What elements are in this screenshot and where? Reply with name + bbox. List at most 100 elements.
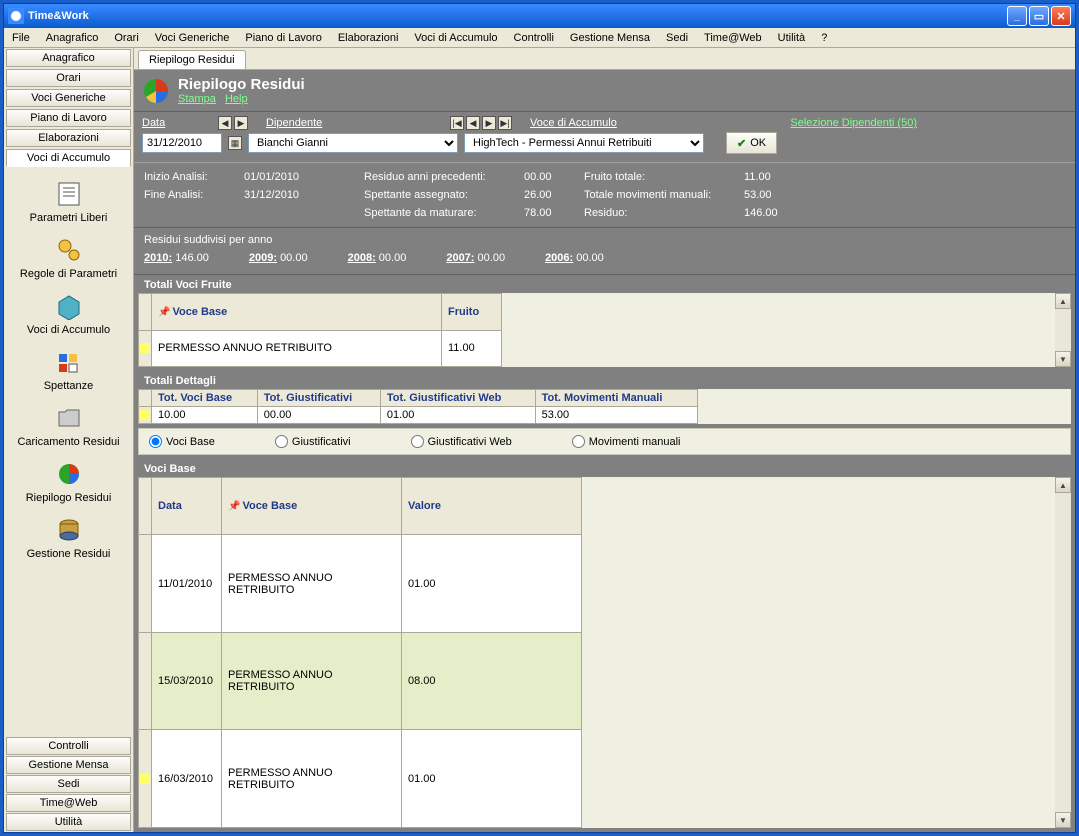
stampa-link[interactable]: Stampa	[178, 93, 216, 105]
fine-value: 31/12/2010	[244, 189, 364, 201]
data-next-button[interactable]: ▶	[234, 116, 248, 130]
vertical-scrollbar[interactable]: ▲ ▼	[1055, 293, 1071, 367]
sidebar-item-label: Regole di Parametri	[20, 268, 117, 280]
row-selector[interactable]	[139, 330, 152, 367]
menu-item[interactable]: File	[4, 30, 38, 46]
year-label: 2008:	[348, 252, 376, 264]
tab-riepilogo-residui[interactable]: Riepilogo Residui	[138, 50, 246, 69]
scroll-track[interactable]	[1055, 493, 1071, 812]
sidebar-item-regole-di-parametri[interactable]: Regole di Parametri	[6, 234, 131, 280]
menu-item[interactable]: Sedi	[658, 30, 696, 46]
years-header: Residui suddivisi per anno	[144, 234, 1065, 246]
voce-label: Voce di Accumulo	[530, 117, 617, 129]
sidebar-section-button[interactable]: Piano di Lavoro	[6, 109, 131, 127]
minimize-button[interactable]: _	[1007, 6, 1027, 26]
radio-giustificativi-web[interactable]: Giustificativi Web	[411, 435, 512, 448]
menu-item[interactable]: Elaborazioni	[330, 30, 407, 46]
radio-voci-base[interactable]: Voci Base	[149, 435, 215, 448]
sidebar-item-caricamento-residui[interactable]: Caricamento Residui	[6, 402, 131, 448]
cell-voce: PERMESSO ANNUO RETRIBUITO	[152, 330, 442, 367]
page-title: Riepilogo Residui	[178, 76, 305, 93]
calendar-button[interactable]: ▦	[228, 136, 242, 150]
menu-item[interactable]: Anagrafico	[38, 30, 107, 46]
radio-input[interactable]	[275, 435, 288, 448]
scroll-down-button[interactable]: ▼	[1055, 351, 1071, 367]
table-header-row: Tot. Voci Base Tot. Giustificativi Tot. …	[139, 390, 698, 407]
spettante-assegnato-label: Spettante assegnato:	[364, 189, 524, 201]
dipendente-prev-button[interactable]: ◀	[466, 116, 480, 130]
menu-item[interactable]: Controlli	[506, 30, 562, 46]
menu-item[interactable]: Voci Generiche	[147, 30, 238, 46]
app-window: Time&Work _ ▭ ✕ File Anagrafico Orari Vo…	[3, 3, 1076, 833]
sidebar-item-parametri-liberi[interactable]: Parametri Liberi	[6, 178, 131, 224]
sidebar-section-button[interactable]: Elaborazioni	[6, 129, 131, 147]
help-link[interactable]: Help	[225, 93, 248, 105]
radio-input[interactable]	[149, 435, 162, 448]
selezione-dipendenti-link[interactable]: Selezione Dipendenti (50)	[790, 117, 917, 129]
app-icon	[8, 8, 24, 24]
sidebar-section-button[interactable]: Sedi	[6, 775, 131, 793]
menu-item[interactable]: Utilità	[770, 30, 814, 46]
sidebar-item-riepilogo-residui[interactable]: Riepilogo Residui	[6, 458, 131, 504]
table-header-row: Data 📌Voce Base Valore	[139, 478, 582, 535]
radio-movimenti-manuali[interactable]: Movimenti manuali	[572, 435, 681, 448]
cell-tot-giustw: 01.00	[380, 407, 535, 424]
cell-valore: 01.00	[402, 535, 582, 633]
menu-item[interactable]: ?	[813, 30, 835, 46]
menu-item[interactable]: Time@Web	[696, 30, 770, 46]
radio-input[interactable]	[411, 435, 424, 448]
scroll-up-button[interactable]: ▲	[1055, 477, 1071, 493]
cell-valore: 08.00	[402, 632, 582, 730]
scroll-down-button[interactable]: ▼	[1055, 812, 1071, 828]
sidebar-item-voci-di-accumulo[interactable]: Voci di Accumulo	[6, 290, 131, 336]
year-value: 00.00	[478, 252, 506, 264]
dipendente-first-button[interactable]: |◀	[450, 116, 464, 130]
menu-item[interactable]: Piano di Lavoro	[237, 30, 329, 46]
scroll-up-button[interactable]: ▲	[1055, 293, 1071, 309]
sidebar-section-button[interactable]: Anagrafico	[6, 49, 131, 67]
radio-giustificativi[interactable]: Giustificativi	[275, 435, 351, 448]
vertical-scrollbar[interactable]: ▲ ▼	[1055, 477, 1071, 828]
menu-item[interactable]: Voci di Accumulo	[406, 30, 505, 46]
sidebar-section-button-active[interactable]: Voci di Accumulo	[6, 149, 131, 167]
data-input[interactable]	[142, 133, 222, 153]
cell-tot-mov: 53.00	[535, 407, 697, 424]
row-selector[interactable]	[139, 407, 152, 424]
cell-fruito: 11.00	[442, 330, 502, 367]
table-row[interactable]: 11/01/2010 PERMESSO ANNUO RETRIBUITO 01.…	[139, 535, 582, 633]
menu-item[interactable]: Orari	[106, 30, 146, 46]
table-row[interactable]: PERMESSO ANNUO RETRIBUITO 11.00	[139, 330, 502, 367]
dipendente-next-button[interactable]: ▶	[482, 116, 496, 130]
sidebar-item-gestione-residui[interactable]: Gestione Residui	[6, 514, 131, 560]
sidebar-section-button[interactable]: Orari	[6, 69, 131, 87]
scroll-track[interactable]	[1055, 309, 1071, 351]
sidebar-section-button[interactable]: Gestione Mensa	[6, 756, 131, 774]
radio-input[interactable]	[572, 435, 585, 448]
sidebar-item-spettanze[interactable]: Spettanze	[6, 346, 131, 392]
row-selector[interactable]	[139, 632, 152, 730]
cell-data: 16/03/2010	[152, 730, 222, 828]
table-row[interactable]: 16/03/2010 PERMESSO ANNUO RETRIBUITO 01.…	[139, 730, 582, 828]
sidebar-section-button[interactable]: Utilità	[6, 813, 131, 831]
data-prev-button[interactable]: ◀	[218, 116, 232, 130]
sidebar-section-button[interactable]: Controlli	[6, 737, 131, 755]
dipendente-select[interactable]: Bianchi Gianni	[248, 133, 458, 153]
table-row[interactable]: 10.00 00.00 01.00 53.00	[139, 407, 698, 424]
col-tot-giustw: Tot. Giustificativi Web	[380, 390, 535, 407]
ok-button[interactable]: ✔ OK	[726, 132, 777, 154]
row-selector[interactable]	[139, 730, 152, 828]
col-voce-base: Voce Base	[242, 500, 297, 512]
maximize-button[interactable]: ▭	[1029, 6, 1049, 26]
row-selector[interactable]	[139, 535, 152, 633]
close-button[interactable]: ✕	[1051, 6, 1071, 26]
dipendente-last-button[interactable]: ▶|	[498, 116, 512, 130]
box-icon	[53, 290, 85, 322]
sidebar-section-button[interactable]: Voci Generiche	[6, 89, 131, 107]
pin-icon: 📌	[228, 501, 240, 512]
sidebar-item-label: Voci di Accumulo	[27, 324, 110, 336]
menu-item[interactable]: Gestione Mensa	[562, 30, 658, 46]
sidebar-section-button[interactable]: Time@Web	[6, 794, 131, 812]
voce-select[interactable]: HighTech - Permessi Annui Retribuiti	[464, 133, 704, 153]
table-row[interactable]: 15/03/2010 PERMESSO ANNUO RETRIBUITO 08.…	[139, 632, 582, 730]
window-title: Time&Work	[28, 10, 1007, 22]
